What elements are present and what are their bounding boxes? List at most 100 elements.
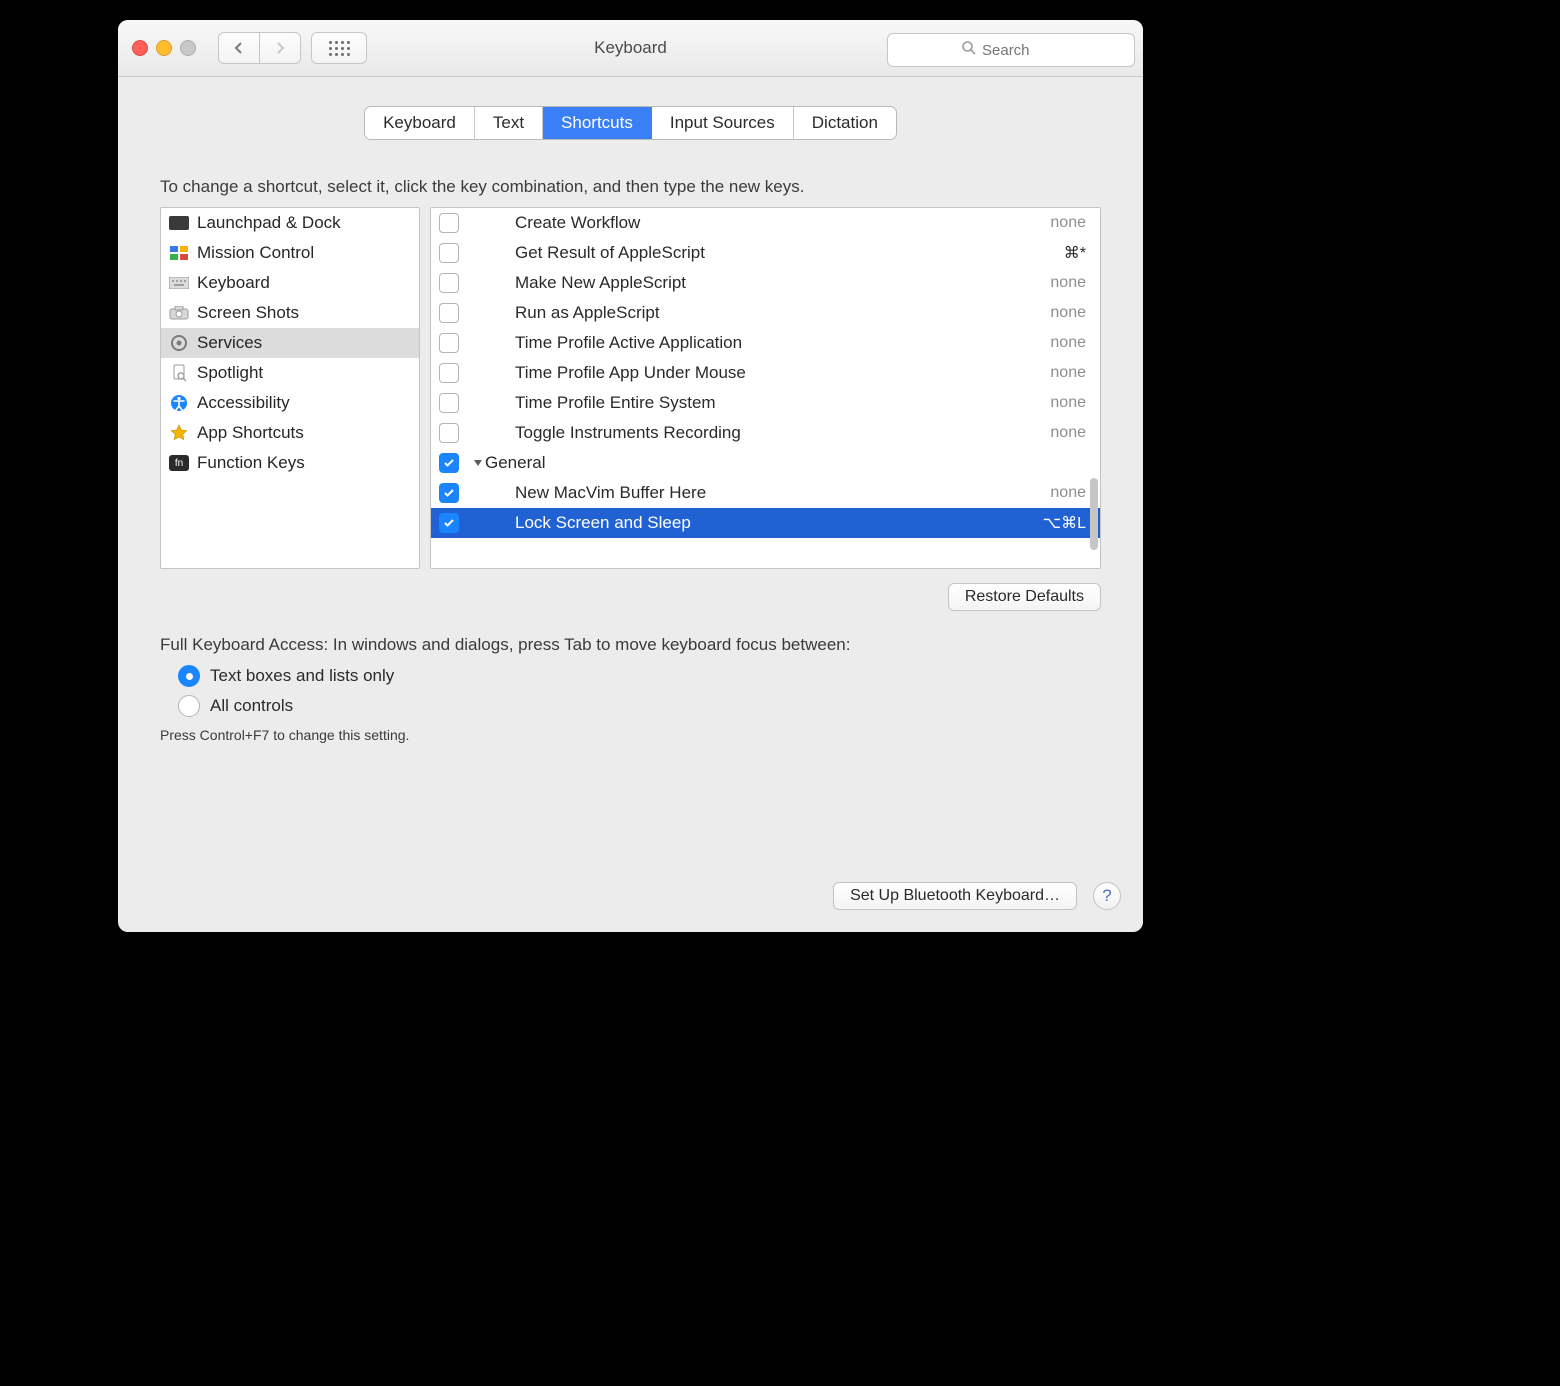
category-label: Accessibility xyxy=(197,393,290,413)
category-launchpad[interactable]: Launchpad & Dock xyxy=(161,208,419,238)
service-label: Lock Screen and Sleep xyxy=(511,513,1043,533)
chevron-right-icon xyxy=(275,41,285,55)
radio-button[interactable] xyxy=(178,695,200,717)
services-pane: Create Workflow none Get Result of Apple… xyxy=(430,207,1101,569)
checkbox[interactable] xyxy=(439,513,459,533)
category-spotlight[interactable]: Spotlight xyxy=(161,358,419,388)
restore-defaults-button[interactable]: Restore Defaults xyxy=(948,583,1101,611)
checkbox[interactable] xyxy=(439,483,459,503)
panes: Launchpad & Dock Mission Control Keyboar… xyxy=(160,207,1101,569)
service-shortcut[interactable]: none xyxy=(1050,484,1086,502)
service-row[interactable]: Make New AppleScript none xyxy=(431,268,1100,298)
radio-label: Text boxes and lists only xyxy=(210,666,394,686)
nav-segment xyxy=(218,32,301,64)
checkbox[interactable] xyxy=(439,243,459,263)
category-mission-control[interactable]: Mission Control xyxy=(161,238,419,268)
category-screen-shots[interactable]: Screen Shots xyxy=(161,298,419,328)
service-row[interactable]: Run as AppleScript none xyxy=(431,298,1100,328)
category-label: Function Keys xyxy=(197,453,305,473)
radio-label: All controls xyxy=(210,696,293,716)
zoom-button[interactable] xyxy=(180,40,196,56)
service-shortcut[interactable]: none xyxy=(1050,334,1086,352)
service-row[interactable]: Toggle Instruments Recording none xyxy=(431,418,1100,448)
tabs: Keyboard Text Shortcuts Input Sources Di… xyxy=(365,107,896,139)
mission-control-icon xyxy=(169,243,189,263)
checkbox[interactable] xyxy=(439,423,459,443)
service-row[interactable]: Time Profile Entire System none xyxy=(431,388,1100,418)
service-shortcut[interactable]: none xyxy=(1050,304,1086,322)
group-label: General xyxy=(485,453,1086,473)
category-label: Services xyxy=(197,333,262,353)
category-label: Mission Control xyxy=(197,243,314,263)
help-button[interactable]: ? xyxy=(1093,882,1121,910)
category-services[interactable]: Services xyxy=(161,328,419,358)
service-row[interactable]: Time Profile App Under Mouse none xyxy=(431,358,1100,388)
launchpad-icon xyxy=(169,216,189,230)
category-keyboard[interactable]: Keyboard xyxy=(161,268,419,298)
service-row[interactable]: Create Workflow none xyxy=(431,208,1100,238)
fka-hint: Press Control+F7 to change this setting. xyxy=(160,727,1101,743)
tabbar: Keyboard Text Shortcuts Input Sources Di… xyxy=(118,107,1143,139)
show-all-prefs-button[interactable] xyxy=(311,32,367,64)
fka-option-all-controls[interactable]: All controls xyxy=(178,691,1143,721)
tab-keyboard[interactable]: Keyboard xyxy=(365,107,475,139)
service-row[interactable]: New MacVim Buffer Here none xyxy=(431,478,1100,508)
search-wrap xyxy=(887,33,1129,63)
service-label: Time Profile Entire System xyxy=(511,393,1050,413)
service-label: Time Profile Active Application xyxy=(511,333,1050,353)
traffic-lights xyxy=(132,40,196,56)
service-shortcut[interactable]: none xyxy=(1050,394,1086,412)
service-row-selected[interactable]: Lock Screen and Sleep ⌥⌘L xyxy=(431,508,1100,538)
service-row[interactable]: Get Result of AppleScript ⌘* xyxy=(431,238,1100,268)
titlebar: Keyboard xyxy=(118,20,1143,77)
chevron-left-icon xyxy=(234,41,244,55)
service-shortcut[interactable]: none xyxy=(1050,424,1086,442)
setup-bluetooth-keyboard-button[interactable]: Set Up Bluetooth Keyboard… xyxy=(833,882,1077,910)
minimize-button[interactable] xyxy=(156,40,172,56)
service-shortcut[interactable]: none xyxy=(1050,214,1086,232)
back-button[interactable] xyxy=(218,32,260,64)
service-shortcut[interactable]: ⌘* xyxy=(1064,243,1086,263)
disclosure-triangle-icon[interactable] xyxy=(473,453,485,473)
keyboard-icon xyxy=(169,273,189,293)
category-function-keys[interactable]: fn Function Keys xyxy=(161,448,419,478)
categories-pane: Launchpad & Dock Mission Control Keyboar… xyxy=(160,207,420,569)
category-label: Spotlight xyxy=(197,363,263,383)
tab-input-sources[interactable]: Input Sources xyxy=(652,107,794,139)
forward-button[interactable] xyxy=(260,32,301,64)
service-label: New MacVim Buffer Here xyxy=(511,483,1050,503)
search-icon xyxy=(961,40,977,56)
checkbox[interactable] xyxy=(439,273,459,293)
service-label: Time Profile App Under Mouse xyxy=(511,363,1050,383)
tab-dictation[interactable]: Dictation xyxy=(794,107,896,139)
spotlight-icon xyxy=(169,363,189,383)
keyboard-prefs-window: Keyboard Keyboard Text Shortcuts Input S… xyxy=(118,20,1143,932)
service-label: Get Result of AppleScript xyxy=(511,243,1064,263)
checkbox[interactable] xyxy=(439,213,459,233)
footer: Set Up Bluetooth Keyboard… ? xyxy=(833,882,1121,910)
category-app-shortcuts[interactable]: App Shortcuts xyxy=(161,418,419,448)
checkbox[interactable] xyxy=(439,303,459,323)
service-group-row[interactable]: General xyxy=(431,448,1100,478)
service-label: Create Workflow xyxy=(511,213,1050,233)
service-shortcut[interactable]: none xyxy=(1050,274,1086,292)
radio-button[interactable] xyxy=(178,665,200,687)
service-shortcut[interactable]: none xyxy=(1050,364,1086,382)
checkbox[interactable] xyxy=(439,363,459,383)
close-button[interactable] xyxy=(132,40,148,56)
checkbox[interactable] xyxy=(439,453,459,473)
tab-text[interactable]: Text xyxy=(475,107,543,139)
category-label: Screen Shots xyxy=(197,303,299,323)
checkbox[interactable] xyxy=(439,333,459,353)
service-row[interactable]: Time Profile Active Application none xyxy=(431,328,1100,358)
tab-shortcuts[interactable]: Shortcuts xyxy=(543,107,652,139)
categories-list: Launchpad & Dock Mission Control Keyboar… xyxy=(161,208,419,478)
instructions-text: To change a shortcut, select it, click t… xyxy=(160,177,1101,197)
checkbox[interactable] xyxy=(439,393,459,413)
search-input[interactable] xyxy=(887,33,1135,67)
gear-icon xyxy=(169,333,189,353)
services-list[interactable]: Create Workflow none Get Result of Apple… xyxy=(431,208,1100,538)
service-shortcut[interactable]: ⌥⌘L xyxy=(1043,513,1086,533)
fka-option-text-boxes[interactable]: Text boxes and lists only xyxy=(178,661,1143,691)
category-accessibility[interactable]: Accessibility xyxy=(161,388,419,418)
